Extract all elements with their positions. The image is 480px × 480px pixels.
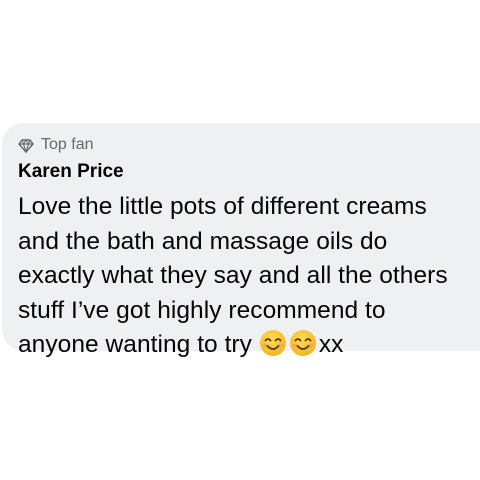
smiling-face-emoji-icon [289, 329, 317, 357]
smiling-face-emoji-icon [259, 329, 287, 357]
author-name[interactable]: Karen Price [18, 160, 472, 184]
page: Top fan Karen Price Love the little pots… [0, 0, 480, 480]
comment-text: Love the little pots of different creams… [18, 190, 472, 363]
comment-bubble: Top fan Karen Price Love the little pots… [2, 123, 480, 358]
top-fan-badge[interactable]: Top fan [18, 134, 472, 156]
comment-line: anyone wanting to try [18, 331, 259, 358]
comment-trailing-text: xx [318, 331, 344, 358]
comment-line: stuff I’ve got highly recommend to [18, 296, 386, 324]
comment-line: and the bath and massage oils do [18, 227, 388, 255]
comment-line: Love the little pots of different creams [18, 193, 427, 220]
comment-line: exactly what they say and all the others [18, 262, 448, 289]
badge-label: Top fan [41, 136, 94, 153]
diamond-icon [18, 138, 34, 153]
